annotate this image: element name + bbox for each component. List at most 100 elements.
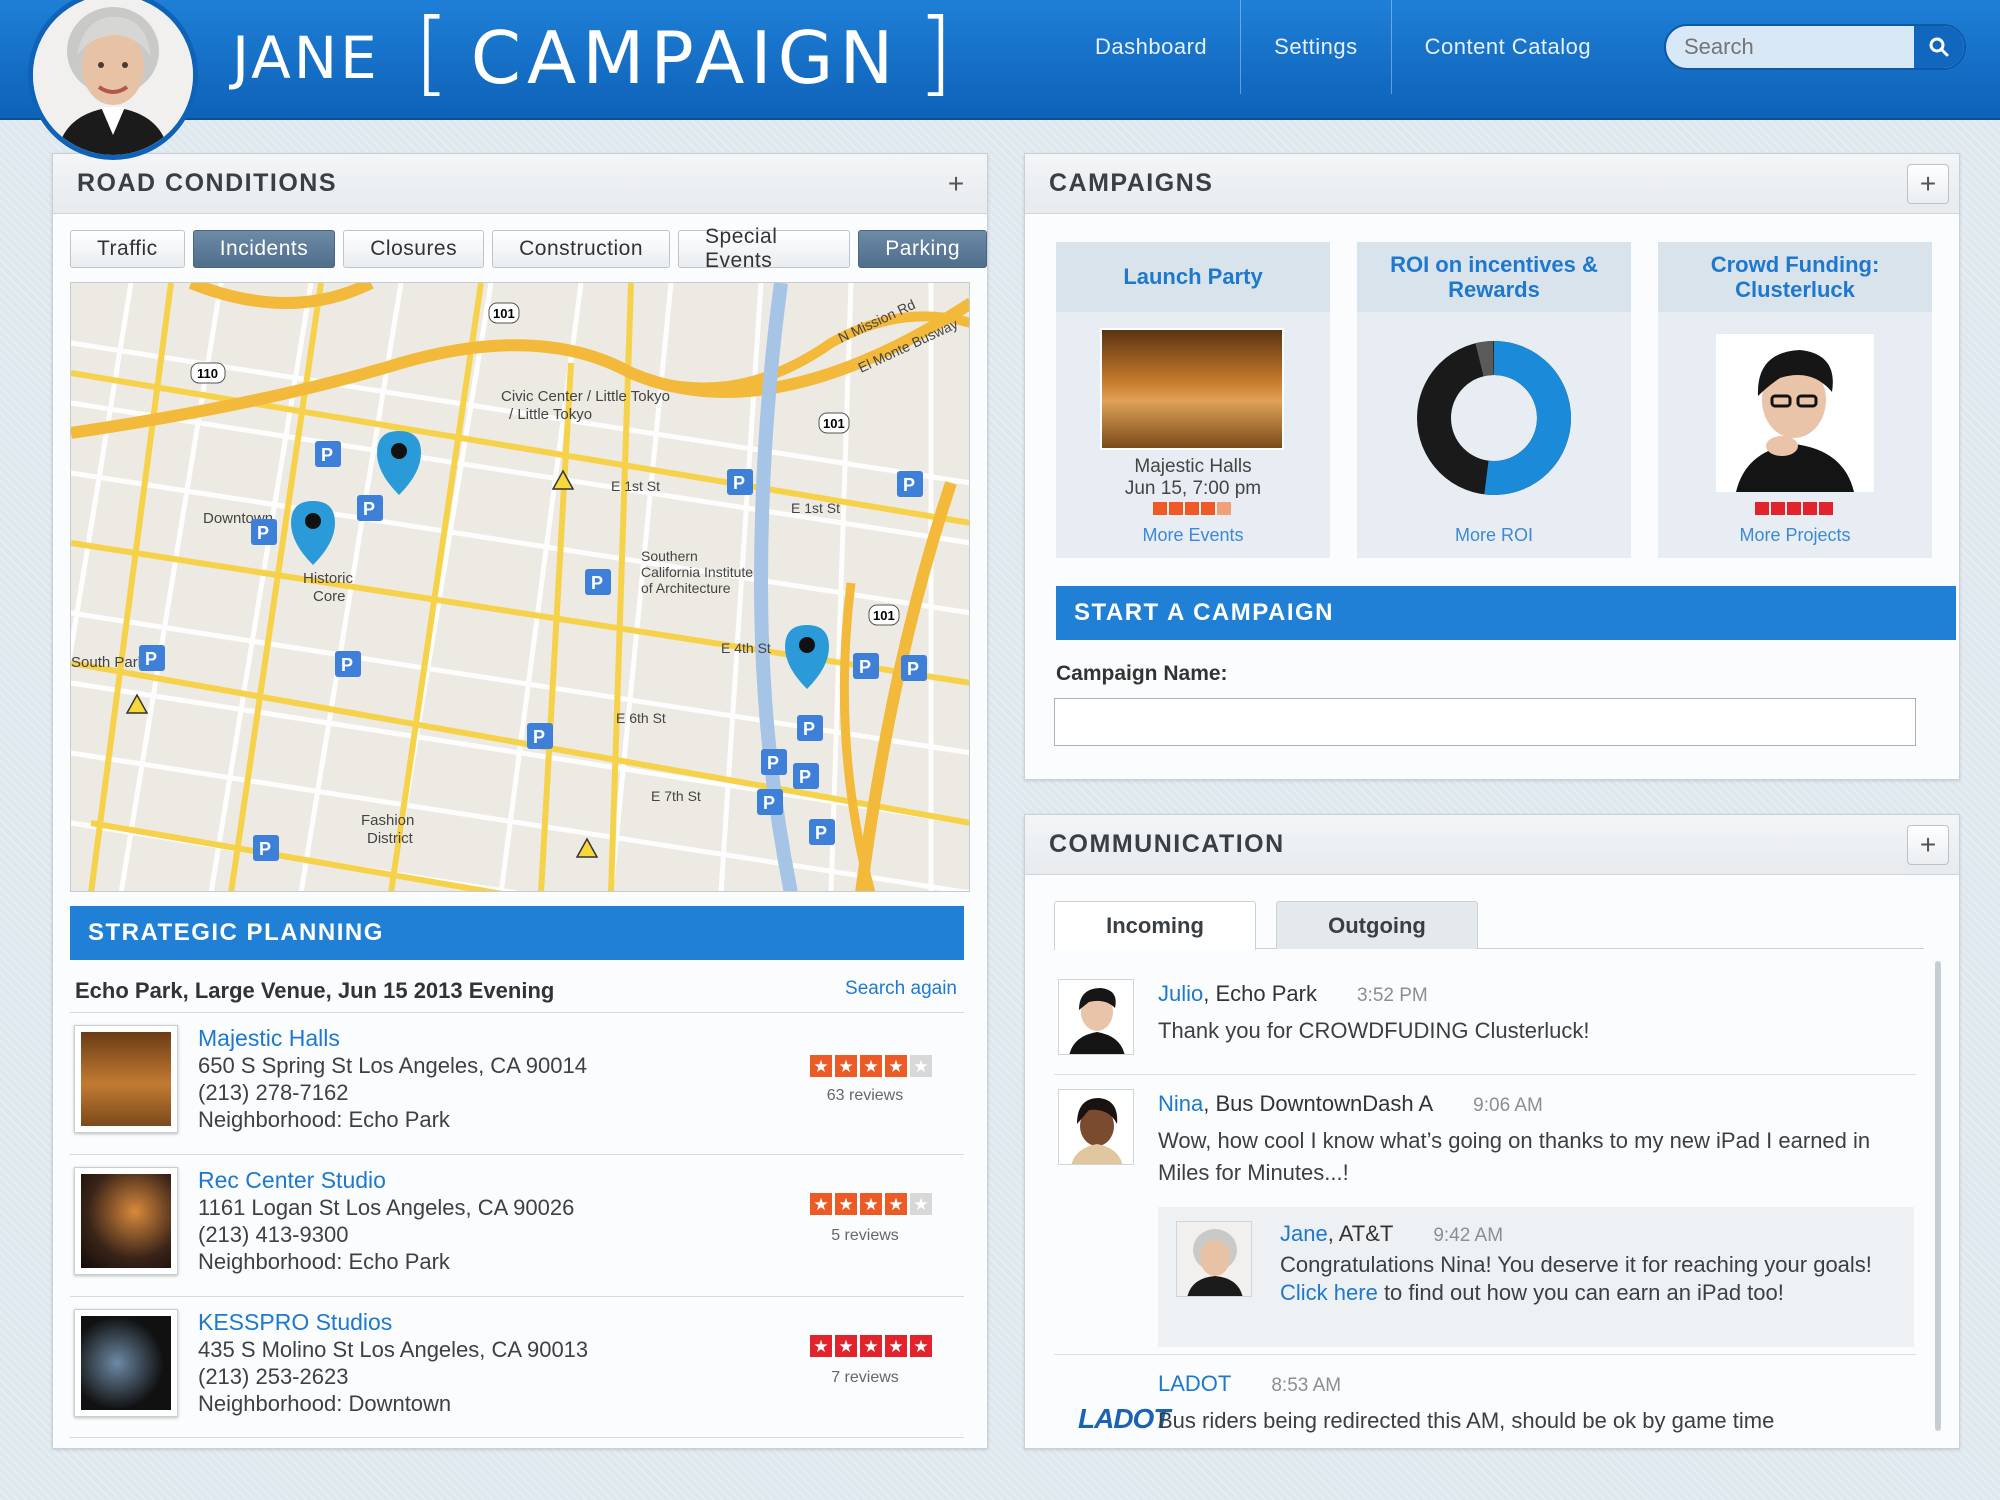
search-again-link[interactable]: Search again (845, 978, 957, 1000)
venue-name-link[interactable]: KESSPRO Studios (198, 1309, 392, 1336)
svg-text:P: P (803, 719, 815, 739)
project-portrait-image[interactable] (1716, 334, 1874, 492)
communication-add-button[interactable]: + (1907, 825, 1949, 865)
road-conditions-title: ROAD CONDITIONS (77, 169, 337, 197)
sender-name-link[interactable]: Jane (1280, 1221, 1328, 1246)
road-map[interactable]: Civic Center / Little Tokyo / Little Tok… (70, 282, 970, 892)
road-conditions-add-button[interactable]: + (935, 164, 977, 204)
star-icon: ★ (885, 1193, 907, 1215)
sender-name-link[interactable]: Nina (1158, 1091, 1203, 1116)
svg-text:101: 101 (493, 306, 515, 321)
message-list: Julio, Echo Park 3:52 PM Thank you for CR… (1054, 965, 1916, 1451)
filter-closures[interactable]: Closures (343, 230, 485, 268)
search-button[interactable] (1914, 26, 1964, 68)
campaign-card-title[interactable]: Launch Party (1056, 242, 1330, 312)
venue-thumbnail[interactable] (74, 1025, 178, 1133)
more-events-link[interactable]: More Events (1056, 525, 1330, 546)
svg-text:P: P (259, 839, 271, 859)
top-header-bar: JANE [ CAMPAIGN ] Dashboard Settings Con… (0, 0, 2000, 120)
search-input[interactable] (1666, 26, 1916, 68)
communication-header: COMMUNICATION + (1025, 815, 1959, 875)
star-empty-icon: ★ (910, 1055, 932, 1077)
message-reply: Jane, AT&T 9:42 AM Congratulations Nina! … (1158, 1207, 1914, 1347)
app-brand: JANE [ CAMPAIGN ] (232, 0, 957, 108)
venue-phone: (213) 413-9300 (198, 1222, 349, 1247)
brand-bracket-open: [ (413, 0, 453, 106)
click-here-link[interactable]: Click here (1280, 1280, 1378, 1305)
message-item: Julio, Echo Park 3:52 PM Thank you for CR… (1054, 965, 1916, 1075)
brand-bracket-close: ] (917, 0, 957, 106)
strategic-planning-bar: STRATEGIC PLANNING (70, 906, 964, 960)
nav-content-catalog[interactable]: Content Catalog (1392, 0, 1625, 94)
campaign-card-title[interactable]: Crowd Funding: Clusterluck (1658, 242, 1932, 312)
sender-avatar[interactable] (1176, 1221, 1252, 1297)
svg-text:District: District (367, 830, 414, 847)
campaign-name-input[interactable] (1054, 698, 1916, 746)
map-label-historic-core: Historic (303, 570, 354, 587)
campaign-card-roi[interactable]: ROI on incentives & Rewards More ROI (1357, 242, 1631, 558)
venue-neighborhood: Neighborhood: Downtown (198, 1391, 452, 1416)
plus-icon: + (1919, 829, 1937, 860)
venue-name-link[interactable]: Majestic Halls (198, 1025, 340, 1052)
svg-text:E 7th St: E 7th St (651, 788, 701, 804)
message-time: 9:06 AM (1473, 1095, 1543, 1116)
venue-thumbnail[interactable] (74, 1309, 178, 1417)
event-date-caption: Jun 15, 7:00 pm (1124, 478, 1262, 499)
filter-incidents[interactable]: Incidents (192, 230, 336, 268)
campaigns-title: CAMPAIGNS (1049, 169, 1214, 197)
star-icon: ★ (835, 1193, 857, 1215)
svg-text:P: P (907, 659, 919, 679)
svg-text:P: P (733, 473, 745, 493)
roi-donut-chart[interactable] (1414, 338, 1574, 498)
svg-text:101: 101 (873, 608, 895, 623)
venue-address: 435 S Molino St Los Angeles, CA 90013 (198, 1337, 589, 1362)
sender-avatar[interactable] (1058, 1089, 1134, 1165)
svg-text:P: P (767, 753, 779, 773)
venue-name-link[interactable]: Rec Center Studio (198, 1167, 386, 1194)
campaigns-header: CAMPAIGNS + (1025, 154, 1959, 214)
svg-text:P: P (341, 655, 353, 675)
star-icon: ★ (810, 1335, 832, 1357)
nav-settings[interactable]: Settings (1241, 0, 1392, 94)
svg-text:/ Little Tokyo: / Little Tokyo (509, 406, 592, 423)
user-avatar[interactable] (28, 0, 198, 160)
svg-text:of Architecture: of Architecture (641, 580, 731, 596)
campaign-name-label: Campaign Name: (1056, 662, 1228, 685)
main-nav: Dashboard Settings Content Catalog (1062, 0, 1624, 94)
sender-name-link[interactable]: LADOT (1158, 1371, 1231, 1396)
project-rating-stars (1755, 502, 1833, 515)
filter-traffic[interactable]: Traffic (70, 230, 185, 268)
svg-text:P: P (815, 823, 827, 843)
campaigns-add-button[interactable]: + (1907, 164, 1949, 204)
venue-row: Rec Center Studio 1161 Logan St Los Ange… (70, 1154, 964, 1296)
svg-text:P: P (903, 475, 915, 495)
tab-outgoing[interactable]: Outgoing (1276, 901, 1478, 949)
venue-review-count: 5 reviews (831, 1227, 899, 1244)
venue-row: KESSPRO Studios 435 S Molino St Los Ange… (70, 1296, 964, 1438)
more-roi-link[interactable]: More ROI (1357, 525, 1631, 546)
star-icon: ★ (910, 1335, 932, 1357)
search-icon (1929, 37, 1949, 57)
campaign-card-title[interactable]: ROI on incentives & Rewards (1357, 242, 1631, 312)
filter-construction[interactable]: Construction (492, 230, 671, 268)
sender-avatar[interactable] (1058, 979, 1134, 1055)
campaign-card-crowd-funding[interactable]: Crowd Funding: Clusterluck More Projects (1658, 242, 1932, 558)
nav-dashboard[interactable]: Dashboard (1062, 0, 1242, 94)
venue-address: 1161 Logan St Los Angeles, CA 90026 (198, 1195, 575, 1220)
star-icon: ★ (860, 1193, 882, 1215)
sender-name-link[interactable]: Julio (1158, 981, 1203, 1006)
svg-text:Core: Core (313, 588, 346, 605)
filter-parking[interactable]: Parking (858, 230, 987, 268)
messages-scrollbar[interactable] (1935, 961, 1941, 1431)
campaign-card-launch-party[interactable]: Launch Party Majestic Halls Jun 15, 7:00… (1056, 242, 1330, 558)
filter-special-events[interactable]: Special Events (678, 225, 851, 272)
brand-campaign: CAMPAIGN (470, 16, 900, 100)
event-venue-image[interactable] (1100, 328, 1284, 450)
communication-panel: COMMUNICATION + Incoming Outgoing Julio,… (1024, 814, 1960, 1449)
venue-thumbnail[interactable] (74, 1167, 178, 1275)
tab-incoming[interactable]: Incoming (1054, 901, 1256, 950)
message-text: Thank you for CROWDFUDING Clusterluck! (1158, 1018, 1590, 1043)
strategic-search-query: Echo Park, Large Venue, Jun 15 2013 Even… (75, 978, 555, 1003)
more-projects-link[interactable]: More Projects (1658, 525, 1932, 546)
svg-text:California Institute: California Institute (641, 564, 753, 580)
